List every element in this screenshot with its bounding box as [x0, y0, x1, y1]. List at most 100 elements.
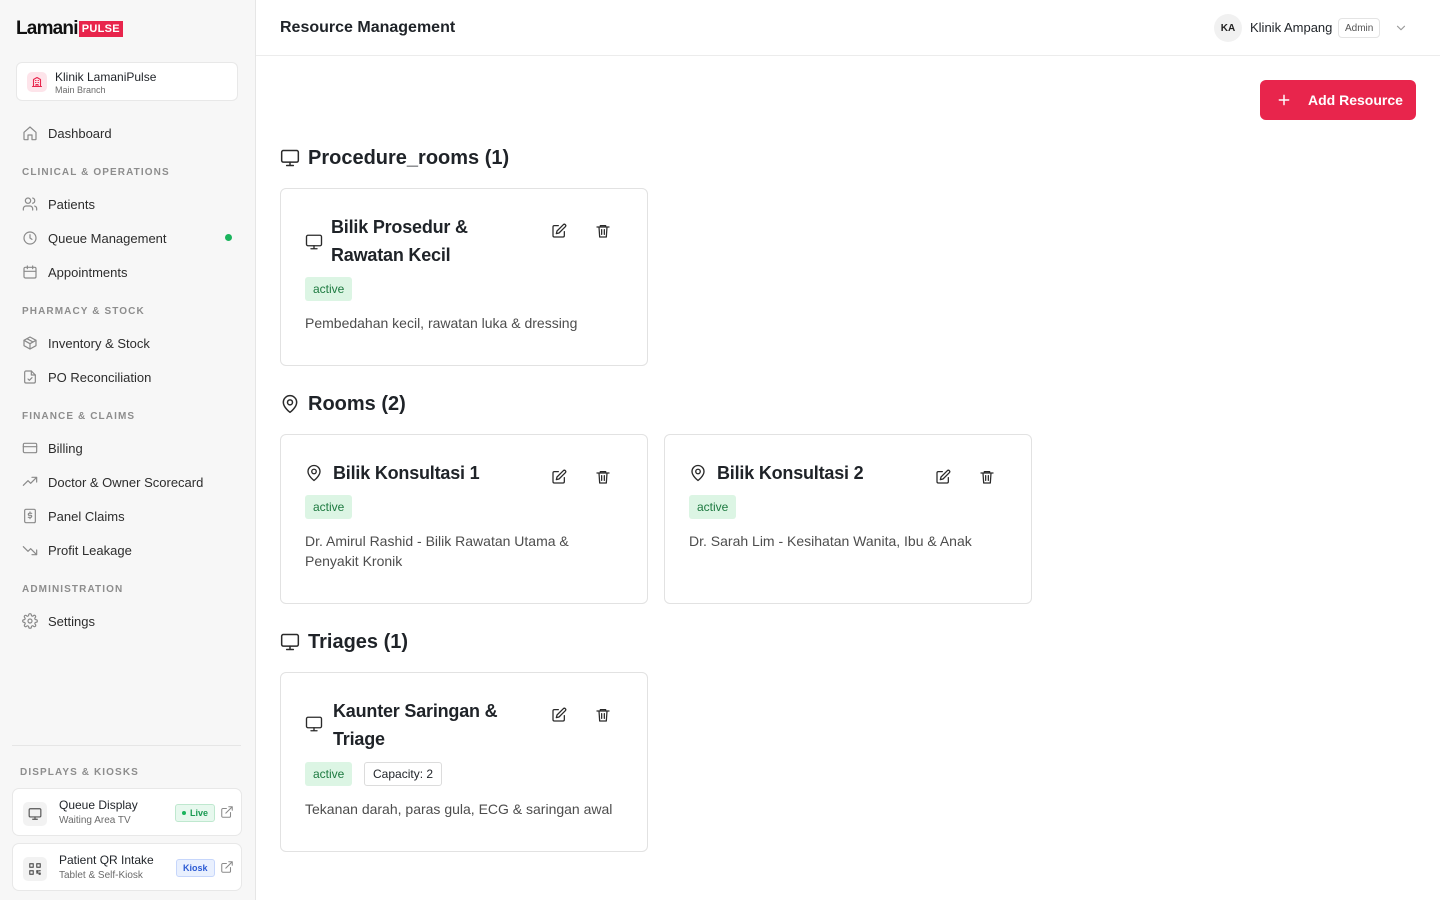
nav-section-admin: ADMINISTRATION: [22, 584, 124, 595]
sidebar-item-label: Queue Management: [48, 230, 167, 246]
sidebar: Lamani PULSE Klinik LamaniPulse Main Bra…: [0, 0, 256, 900]
sidebar-item-label: Inventory & Stock: [48, 335, 150, 351]
resource-description: Dr. Amirul Rashid - Bilik Rawatan Utama …: [305, 533, 569, 569]
kiosk-queue-display[interactable]: Queue Display Waiting Area TV Live: [12, 788, 242, 836]
add-resource-button[interactable]: Add Resource: [1260, 80, 1416, 120]
user-name[interactable]: Klinik Ampang: [1250, 20, 1332, 35]
sidebar-item-patients[interactable]: Patients: [22, 194, 95, 214]
kiosk-subtitle: Waiting Area TV: [59, 815, 131, 826]
trash-icon[interactable]: [593, 467, 613, 487]
clinic-branch: Main Branch: [55, 85, 106, 95]
avatar[interactable]: KA: [1214, 14, 1242, 42]
credit-card-icon: [22, 440, 38, 456]
clinic-name: Klinik LamaniPulse: [55, 70, 157, 84]
sidebar-item-label: Profit Leakage: [48, 542, 132, 558]
resource-description: Dr. Sarah Lim - Kesihatan Wanita, Ibu & …: [689, 533, 972, 549]
resource-card: Bilik Prosedur & Rawatan Kecil active Pe…: [280, 188, 648, 366]
package-icon: [22, 335, 38, 351]
monitor-icon: [23, 802, 47, 826]
users-icon: [22, 196, 38, 212]
sidebar-item-label: Appointments: [48, 264, 128, 280]
sidebar-item-scorecard[interactable]: Doctor & Owner Scorecard: [22, 472, 203, 492]
brand-wordmark: Lamani: [16, 18, 79, 39]
map-pin-icon: [689, 464, 707, 482]
monitor-icon: [305, 715, 323, 733]
section-heading-procedure-rooms: Procedure_rooms (1): [280, 146, 509, 170]
status-badge: active: [305, 762, 353, 786]
brand-logo[interactable]: Lamani PULSE: [16, 18, 123, 39]
section-heading-triages: Triages (1): [280, 630, 408, 654]
chevron-down-icon[interactable]: [1394, 21, 1408, 35]
trash-icon[interactable]: [593, 221, 613, 241]
kiosk-title: Queue Display: [59, 798, 138, 812]
nav-section-pharmacy: PHARMACY & STOCK: [22, 306, 145, 317]
home-icon: [22, 125, 38, 141]
external-link-icon[interactable]: [220, 805, 234, 819]
file-check-icon: [22, 369, 38, 385]
sidebar-item-label: Patients: [48, 196, 95, 212]
sidebar-item-label: Settings: [48, 613, 95, 629]
clinic-switcher[interactable]: Klinik LamaniPulse Main Branch: [16, 62, 238, 101]
external-link-icon[interactable]: [220, 860, 234, 874]
kiosk-title: Patient QR Intake: [59, 853, 154, 867]
edit-icon[interactable]: [549, 221, 569, 241]
plus-icon: [1276, 92, 1292, 108]
trending-up-icon: [22, 474, 38, 490]
sidebar-item-dashboard[interactable]: Dashboard: [22, 123, 112, 143]
monitor-icon: [280, 632, 300, 652]
clock-icon: [22, 230, 38, 246]
status-badge: active: [305, 277, 353, 301]
calendar-icon: [22, 264, 38, 280]
edit-icon[interactable]: [549, 467, 569, 487]
status-badge: active: [689, 495, 737, 519]
clinic-icon: [27, 72, 47, 92]
kiosk-badge: Kiosk: [176, 859, 215, 877]
sidebar-item-billing[interactable]: Billing: [22, 438, 83, 458]
resource-description: Pembedahan kecil, rawatan luka & dressin…: [305, 315, 578, 331]
sidebar-item-queue-management[interactable]: Queue Management: [22, 228, 167, 248]
resource-card: Kaunter Saringan & Triage active Capacit…: [280, 672, 648, 852]
map-pin-icon: [280, 394, 300, 414]
nav-section-displays: DISPLAYS & KIOSKS: [20, 767, 139, 778]
queue-live-indicator: [225, 234, 232, 241]
monitor-icon: [280, 148, 300, 168]
sidebar-divider: [12, 745, 241, 746]
edit-icon[interactable]: [549, 705, 569, 725]
kiosk-patient-qr-intake[interactable]: Patient QR Intake Tablet & Self-Kiosk Ki…: [12, 843, 242, 891]
kiosk-subtitle: Tablet & Self-Kiosk: [59, 870, 143, 881]
sidebar-item-inventory[interactable]: Inventory & Stock: [22, 333, 150, 353]
trash-icon[interactable]: [977, 467, 997, 487]
section-title: Rooms (2): [308, 392, 406, 415]
add-resource-label: Add Resource: [1308, 92, 1403, 108]
map-pin-icon: [305, 464, 323, 482]
receipt-icon: [22, 508, 38, 524]
resource-card: Bilik Konsultasi 2 active Dr. Sarah Lim …: [664, 434, 1032, 604]
topbar: Resource Management KA Klinik Ampang Adm…: [256, 0, 1440, 56]
edit-icon[interactable]: [933, 467, 953, 487]
trash-icon[interactable]: [593, 705, 613, 725]
sidebar-item-label: Billing: [48, 440, 83, 456]
live-badge: Live: [175, 804, 216, 822]
section-heading-rooms: Rooms (2): [280, 392, 406, 416]
gear-icon: [22, 613, 38, 629]
sidebar-item-appointments[interactable]: Appointments: [22, 262, 128, 282]
brand-badge: PULSE: [78, 21, 123, 37]
sidebar-item-settings[interactable]: Settings: [22, 611, 95, 631]
sidebar-item-profit-leakage[interactable]: Profit Leakage: [22, 540, 132, 560]
trending-down-icon: [22, 542, 38, 558]
nav-section-clinical: CLINICAL & OPERATIONS: [22, 167, 170, 178]
page-title: Resource Management: [280, 19, 456, 36]
sidebar-item-label: Dashboard: [48, 125, 112, 141]
resource-title: Bilik Konsultasi 1: [333, 463, 480, 483]
resource-card: Bilik Konsultasi 1 active Dr. Amirul Ras…: [280, 434, 648, 604]
sidebar-item-po-reconciliation[interactable]: PO Reconciliation: [22, 367, 151, 387]
sidebar-item-panel-claims[interactable]: Panel Claims: [22, 506, 125, 526]
nav-section-finance: FINANCE & CLAIMS: [22, 411, 136, 422]
sidebar-item-label: PO Reconciliation: [48, 369, 152, 385]
section-title: Triages (1): [308, 630, 409, 653]
status-badge: active: [305, 495, 353, 519]
resource-title: Bilik Prosedur & Rawatan Kecil: [331, 217, 468, 265]
sidebar-item-label: Panel Claims: [48, 508, 125, 524]
sidebar-item-label: Doctor & Owner Scorecard: [48, 474, 204, 490]
capacity-badge: Capacity: 2: [364, 762, 443, 786]
